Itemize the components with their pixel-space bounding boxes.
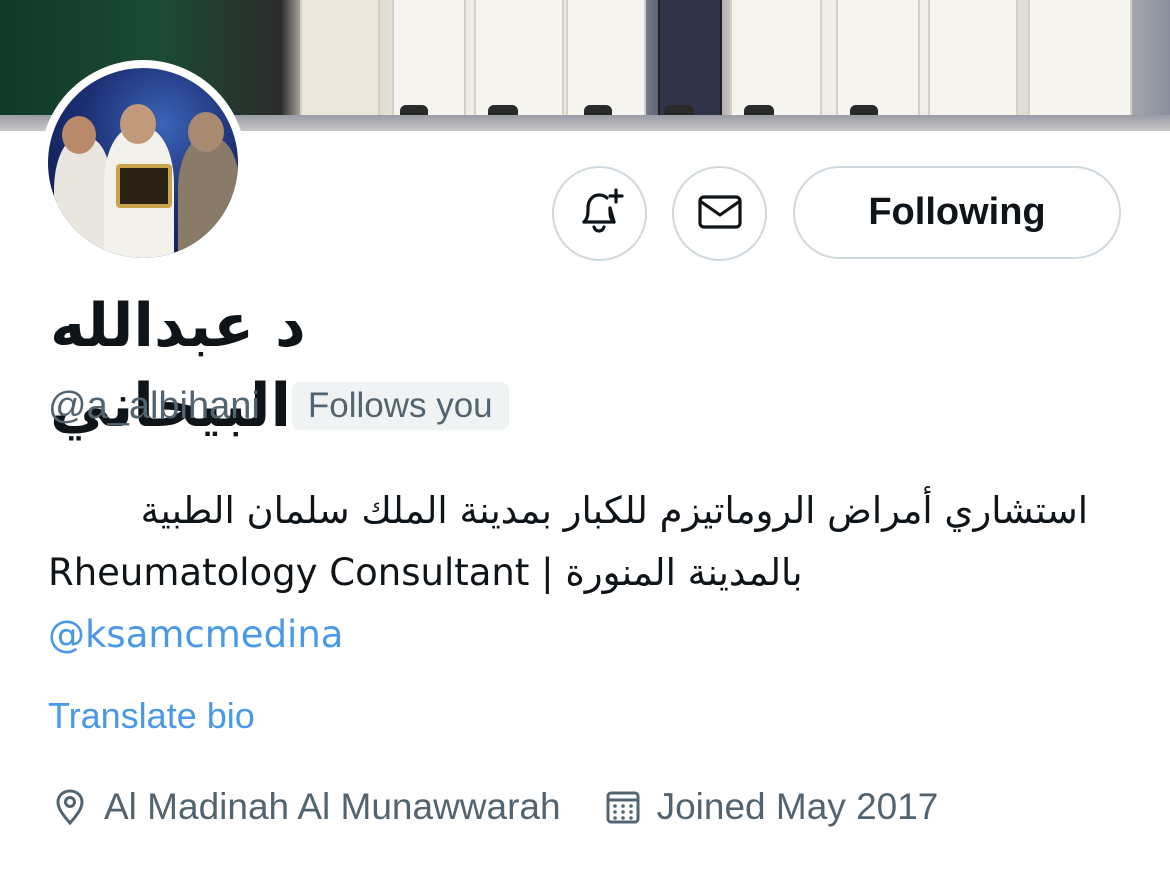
bio-line-2-english: Rheumatology Consultant	[48, 551, 530, 594]
bio-mention-link[interactable]: @ksamcmedina	[48, 604, 1108, 666]
bio-line-1: استشاري أمراض الروماتيزم للكبار بمدينة ا…	[140, 489, 1088, 532]
user-handle: @a_albihani	[48, 384, 260, 427]
location-text: Al Madinah Al Munawwarah	[104, 786, 561, 827]
translate-bio-link[interactable]: Translate bio	[48, 695, 255, 737]
location-pin-icon	[48, 785, 92, 829]
handle-row: @a_albihani Follows you	[48, 380, 509, 432]
bio-line-2: Rheumatology Consultant | بالمدينة المنو…	[48, 542, 1108, 604]
joined-item: Joined May 2017	[601, 785, 939, 829]
bell-plus-icon	[574, 186, 626, 242]
display-name: د عبدالله البيحاني	[50, 291, 306, 441]
avatar-photo	[48, 68, 238, 258]
following-button[interactable]: Following	[793, 166, 1121, 259]
joined-text: Joined May 2017	[656, 786, 939, 827]
calendar-icon	[601, 785, 645, 829]
bio-separator: |	[529, 551, 566, 594]
bio-line-2-arabic: بالمدينة المنورة	[565, 551, 803, 594]
profile-avatar[interactable]	[40, 60, 246, 266]
profile-meta: Al Madinah Al Munawwarah Joined May 2017	[48, 780, 978, 834]
following-button-label: Following	[868, 191, 1046, 233]
location-item: Al Madinah Al Munawwarah	[48, 785, 561, 829]
message-button[interactable]	[672, 166, 767, 261]
notifications-button[interactable]	[552, 166, 647, 261]
profile-bio: استشاري أمراض الروماتيزم للكبار بمدينة ا…	[48, 480, 1108, 666]
follows-you-badge: Follows you	[291, 382, 509, 430]
envelope-icon	[695, 187, 745, 241]
